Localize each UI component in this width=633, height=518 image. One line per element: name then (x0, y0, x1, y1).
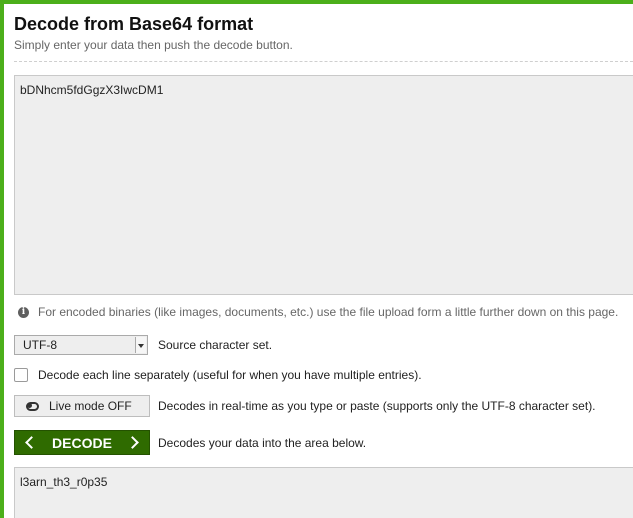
decode-button-label: DECODE (52, 434, 112, 451)
page-subtitle: Simply enter your data then push the dec… (14, 38, 293, 52)
divider (14, 61, 633, 62)
dropdown-arrow-icon[interactable] (135, 337, 146, 353)
input-textarea[interactable]: bDNhcm5fdGgzX3IwcDM1 (14, 75, 633, 295)
decode-lines-label[interactable]: Decode each line separately (useful for … (38, 368, 422, 382)
charset-label: Source character set. (158, 338, 273, 352)
charset-row: UTF-8 Source character set. (14, 334, 272, 356)
toggle-off-icon (26, 401, 39, 411)
decode-lines-checkbox[interactable] (14, 368, 28, 382)
binary-upload-note: i For encoded binaries (like images, doc… (18, 305, 618, 319)
decoder-panel: Decode from Base64 format Simply enter y… (4, 4, 633, 518)
decode-row: DECODE Decodes your data into the area b… (14, 430, 366, 455)
charset-selected-value: UTF-8 (23, 338, 57, 352)
live-mode-description: Decodes in real-time as you type or past… (158, 399, 596, 413)
decode-description: Decodes your data into the area below. (158, 435, 367, 450)
line-option-row: Decode each line separately (useful for … (14, 366, 422, 384)
page-title: Decode from Base64 format (14, 14, 254, 34)
decode-button[interactable]: DECODE (14, 430, 150, 455)
live-mode-label: Live mode OFF (49, 399, 132, 413)
note-text: For encoded binaries (like images, docum… (38, 305, 619, 319)
chevron-left-icon (25, 436, 38, 449)
info-icon: i (18, 306, 29, 318)
live-mode-row: Live mode OFF Decodes in real-time as yo… (14, 395, 596, 417)
output-textarea[interactable]: l3arn_th3_r0p35 (14, 467, 633, 518)
charset-select[interactable]: UTF-8 (14, 335, 148, 355)
chevron-right-icon (126, 436, 139, 449)
live-mode-button[interactable]: Live mode OFF (14, 395, 150, 417)
